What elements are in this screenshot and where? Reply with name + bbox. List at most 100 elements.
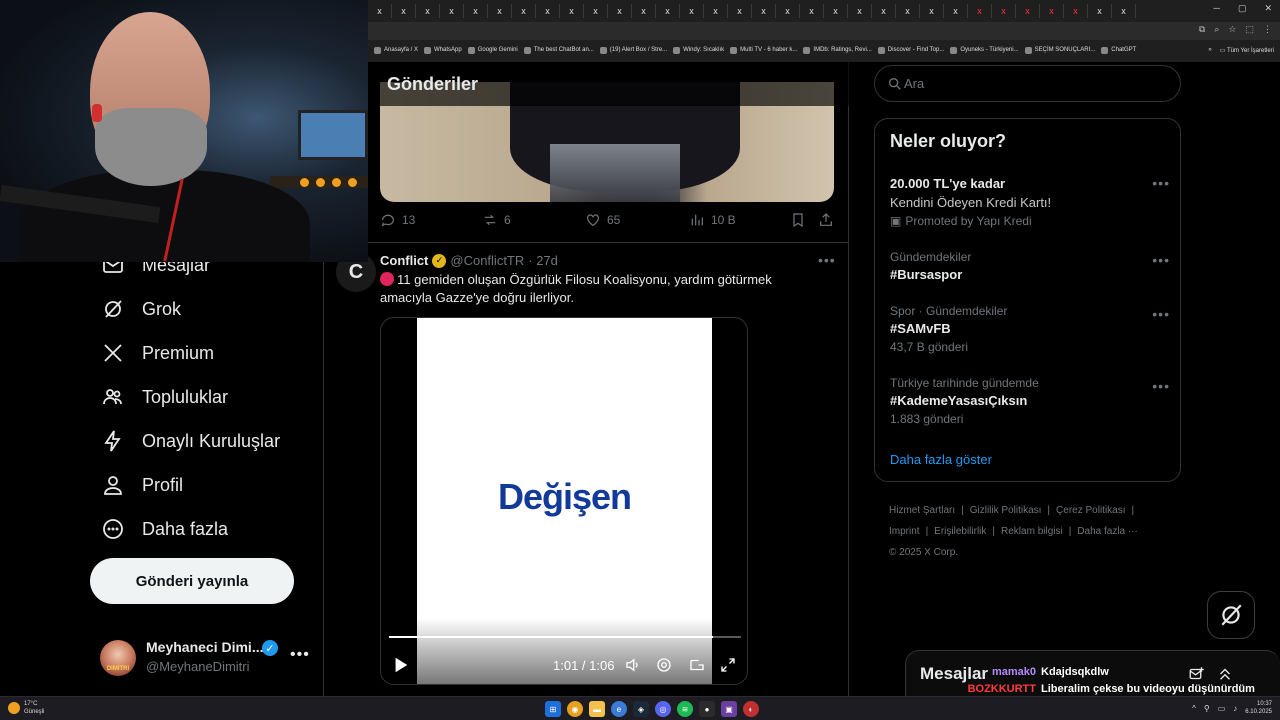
browser-tab[interactable]: x xyxy=(992,4,1016,18)
discord-icon[interactable]: ◎ xyxy=(655,701,671,717)
nav-item-grok[interactable]: Grok xyxy=(100,294,181,324)
volume-button[interactable] xyxy=(624,654,642,676)
trend-item[interactable]: Gündemdekiler #Bursaspor ••• xyxy=(890,250,1170,282)
extension-icon[interactable]: ⬚ xyxy=(1245,24,1254,35)
bookmark-item[interactable]: Google Gemini xyxy=(467,46,518,54)
browser-tab[interactable]: x xyxy=(632,4,656,18)
browser-tab[interactable]: x xyxy=(464,4,488,18)
install-app-icon[interactable]: ⧉ xyxy=(1199,24,1205,35)
chrome-icon[interactable]: ◉ xyxy=(567,701,583,717)
show-more-link[interactable]: Daha fazla göster xyxy=(890,452,992,467)
profile-menu-icon[interactable]: ⋮ xyxy=(1263,24,1272,35)
app-icon[interactable]: ◐ xyxy=(743,701,759,717)
browser-tab[interactable]: x xyxy=(752,4,776,18)
steam-icon[interactable]: ◈ xyxy=(633,701,649,717)
bookmark-item[interactable]: SEÇİM SONUÇLARI... xyxy=(1024,46,1095,54)
windows-start-icon[interactable]: ⊞ xyxy=(545,701,561,717)
browser-tab[interactable]: x xyxy=(944,4,968,18)
views-button[interactable]: 10 B xyxy=(689,212,736,228)
bookmark-button[interactable] xyxy=(790,212,806,228)
reply-button[interactable]: 13 xyxy=(380,212,415,228)
browser-tab[interactable]: x xyxy=(584,4,608,18)
browser-tab[interactable]: x xyxy=(440,4,464,18)
bookmark-star-icon[interactable]: ☆ xyxy=(1228,24,1236,35)
settings-button[interactable] xyxy=(655,654,673,676)
search-input[interactable]: Ara xyxy=(874,65,1181,102)
post-author-handle[interactable]: @ConflictTR xyxy=(450,253,524,268)
browser-tab[interactable]: x xyxy=(680,4,704,18)
like-button[interactable]: 65 xyxy=(585,212,620,228)
browser-tab[interactable]: x xyxy=(1112,4,1136,18)
post-more-icon[interactable]: ••• xyxy=(818,252,836,268)
footer-link[interactable]: Imprint xyxy=(889,526,920,537)
browser-tab[interactable]: x xyxy=(776,4,800,18)
zoom-icon[interactable]: ⌕ xyxy=(1214,24,1219,35)
fullscreen-button[interactable] xyxy=(719,654,737,676)
browser-tab[interactable]: x xyxy=(368,4,392,18)
more-options-icon[interactable]: ••• xyxy=(290,646,310,664)
clock[interactable]: 10:37 6.10.2025 xyxy=(1245,700,1272,716)
bookmark-item[interactable]: Anasayfa / X xyxy=(374,46,418,54)
browser-tab[interactable]: x xyxy=(896,4,920,18)
browser-tab[interactable]: x xyxy=(872,4,896,18)
browser-tab[interactable]: x xyxy=(416,4,440,18)
nav-item-more[interactable]: Daha fazla xyxy=(100,514,228,544)
trend-more-icon[interactable]: ••• xyxy=(1152,175,1170,191)
video-player[interactable]: Değişen 1:01 / 1:06 xyxy=(380,317,748,685)
minimize-icon[interactable]: ─ xyxy=(1214,3,1220,14)
bookmark-item[interactable]: Discover - Find Top... xyxy=(877,46,944,54)
trend-more-icon[interactable]: ••• xyxy=(1152,252,1170,268)
post-time[interactable]: · 27d xyxy=(528,253,558,268)
browser-tab[interactable]: x xyxy=(800,4,824,18)
obs-icon[interactable]: ● xyxy=(699,701,715,717)
chevron-up-icon[interactable]: ^ xyxy=(1192,704,1196,713)
browser-tab[interactable]: x xyxy=(1088,4,1112,18)
footer-link[interactable]: Gizlilik Politikası xyxy=(970,505,1042,516)
nav-item-premium[interactable]: Premium xyxy=(100,338,214,368)
close-icon[interactable]: ✕ xyxy=(1264,3,1272,14)
trend-more-icon[interactable]: ••• xyxy=(1152,378,1170,394)
grok-button[interactable] xyxy=(1207,591,1255,639)
browser-tab[interactable]: x xyxy=(704,4,728,18)
pip-button[interactable] xyxy=(688,654,706,676)
footer-link[interactable]: Hizmet Şartları xyxy=(889,505,955,516)
spotify-icon[interactable]: ≋ xyxy=(677,701,693,717)
play-button[interactable] xyxy=(391,654,409,676)
bookmark-item[interactable]: The best ChatBot an... xyxy=(523,46,594,54)
all-bookmarks-button[interactable]: ▭ Tüm Yer İşaretleri xyxy=(1220,47,1274,54)
bookmarks-more-button[interactable]: » xyxy=(1208,47,1211,53)
bookmark-item[interactable]: Oyuneks - Türkiyeni... xyxy=(950,46,1019,54)
nav-item-verified-orgs[interactable]: Onaylı Kuruluşlar xyxy=(100,426,280,456)
bookmark-item[interactable]: WhatsApp xyxy=(424,46,462,54)
bookmark-item[interactable]: Multi TV - 6 haber k... xyxy=(730,46,797,54)
footer-link[interactable]: Erişilebilirlik xyxy=(934,526,986,537)
trend-more-icon[interactable]: ••• xyxy=(1152,306,1170,322)
share-button[interactable] xyxy=(818,212,834,228)
footer-link[interactable]: Reklam bilgisi xyxy=(1001,526,1063,537)
browser-tab[interactable]: x xyxy=(608,4,632,18)
browser-tab[interactable]: x xyxy=(1016,4,1040,18)
browser-tab[interactable]: x xyxy=(536,4,560,18)
bookmark-item[interactable]: Windy: Sıcaklık xyxy=(673,46,724,54)
bookmark-item[interactable]: ChatGPT xyxy=(1101,46,1136,54)
browser-tab[interactable]: x xyxy=(488,4,512,18)
browser-tab[interactable]: x xyxy=(656,4,680,18)
weather-widget[interactable]: 17°C Güneşli xyxy=(8,700,44,716)
stream-app-icon[interactable]: ▣ xyxy=(721,701,737,717)
browser-tab[interactable]: x xyxy=(1040,4,1064,18)
bookmark-item[interactable]: IMDb: Ratings, Revi... xyxy=(803,46,872,54)
account-switcher[interactable]: DIMITRI Meyhaneci Dimi... ✓ @MeyhaneDimi… xyxy=(100,636,312,680)
trend-item[interactable]: 20.000 TL'ye kadar Kendini Ödeyen Kredi … xyxy=(890,173,1170,228)
trend-item[interactable]: Spor · Gündemdekiler #SAMvFB 43,7 B gönd… xyxy=(890,304,1170,354)
browser-tab[interactable]: x xyxy=(728,4,752,18)
file-explorer-icon[interactable]: ▬ xyxy=(589,701,605,717)
footer-link[interactable]: Çerez Politikası xyxy=(1056,505,1125,516)
browser-tab[interactable]: x xyxy=(512,4,536,18)
network-icon[interactable]: ▭ xyxy=(1218,704,1226,713)
nav-item-communities[interactable]: Topluluklar xyxy=(100,382,228,412)
browser-tab[interactable]: x xyxy=(560,4,584,18)
edge-icon[interactable]: e xyxy=(611,701,627,717)
footer-link[interactable]: Daha fazla ··· xyxy=(1077,526,1138,537)
maximize-icon[interactable]: ▢ xyxy=(1238,3,1247,14)
address-bar[interactable] xyxy=(368,22,1280,40)
